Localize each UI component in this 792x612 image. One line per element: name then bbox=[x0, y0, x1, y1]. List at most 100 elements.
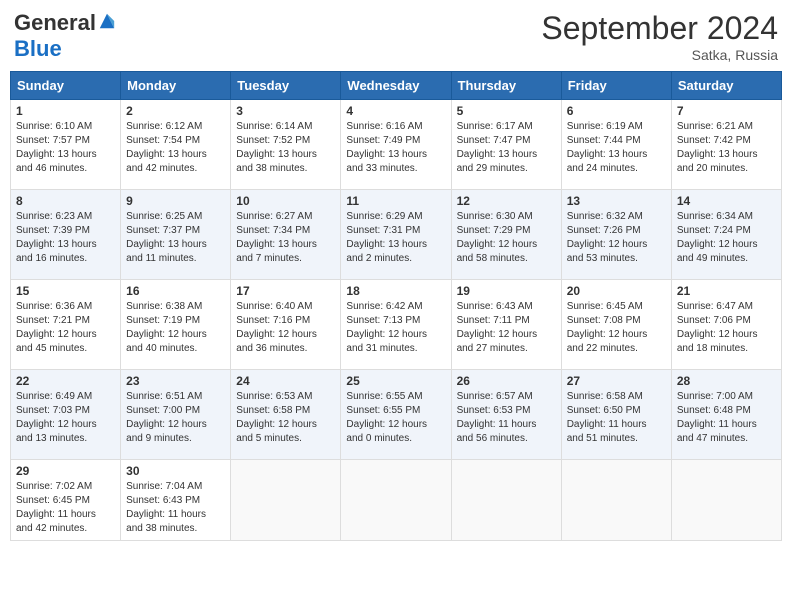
calendar-cell: 1Sunrise: 6:10 AM Sunset: 7:57 PM Daylig… bbox=[11, 100, 121, 190]
calendar-cell: 28Sunrise: 7:00 AM Sunset: 6:48 PM Dayli… bbox=[671, 370, 781, 460]
day-info: Sunrise: 6:10 AM Sunset: 7:57 PM Dayligh… bbox=[16, 120, 115, 176]
day-info: Sunrise: 6:57 AM Sunset: 6:53 PM Dayligh… bbox=[457, 390, 556, 446]
day-number: 11 bbox=[346, 194, 445, 208]
day-info: Sunrise: 7:02 AM Sunset: 6:45 PM Dayligh… bbox=[16, 480, 115, 536]
logo-blue-text: Blue bbox=[14, 36, 62, 62]
day-info: Sunrise: 7:04 AM Sunset: 6:43 PM Dayligh… bbox=[126, 480, 225, 536]
calendar-cell: 8 Sunrise: 6:23 AM Sunset: 7:39 PM Daylig… bbox=[11, 190, 121, 280]
calendar-cell: 9 Sunrise: 6:25 AM Sunset: 7:37 PM Daylig… bbox=[121, 190, 231, 280]
day-info: Sunrise: 6:27 AM Sunset: 7:34 PM Dayligh… bbox=[236, 210, 335, 266]
logo-general-text: General bbox=[14, 10, 96, 36]
calendar-cell: 15 Sunrise: 6:36 AM Sunset: 7:21 PM Dayli… bbox=[11, 280, 121, 370]
calendar-cell: 19 Sunrise: 6:43 AM Sunset: 7:11 PM Dayli… bbox=[451, 280, 561, 370]
day-info: Sunrise: 6:47 AM Sunset: 7:06 PM Dayligh… bbox=[677, 300, 776, 356]
day-number: 15 bbox=[16, 284, 115, 298]
day-number: 21 bbox=[677, 284, 776, 298]
day-info: Sunrise: 6:32 AM Sunset: 7:26 PM Dayligh… bbox=[567, 210, 666, 266]
calendar-cell: 4Sunrise: 6:16 AM Sunset: 7:49 PM Daylig… bbox=[341, 100, 451, 190]
calendar-cell: 21 Sunrise: 6:47 AM Sunset: 7:06 PM Dayli… bbox=[671, 280, 781, 370]
calendar-cell: 18 Sunrise: 6:42 AM Sunset: 7:13 PM Dayli… bbox=[341, 280, 451, 370]
calendar-cell bbox=[451, 460, 561, 541]
calendar-cell: 2 Sunrise: 6:12 AM Sunset: 7:54 PM Daylig… bbox=[121, 100, 231, 190]
calendar-cell: 16 Sunrise: 6:38 AM Sunset: 7:19 PM Dayli… bbox=[121, 280, 231, 370]
day-number: 26 bbox=[457, 374, 556, 388]
day-info: Sunrise: 6:45 AM Sunset: 7:08 PM Dayligh… bbox=[567, 300, 666, 356]
calendar-cell bbox=[231, 460, 341, 541]
calendar-week-row: 1Sunrise: 6:10 AM Sunset: 7:57 PM Daylig… bbox=[11, 100, 782, 190]
day-info: Sunrise: 6:38 AM Sunset: 7:19 PM Dayligh… bbox=[126, 300, 225, 356]
day-number: 28 bbox=[677, 374, 776, 388]
day-info: Sunrise: 6:49 AM Sunset: 7:03 PM Dayligh… bbox=[16, 390, 115, 446]
calendar-cell: 20 Sunrise: 6:45 AM Sunset: 7:08 PM Dayli… bbox=[561, 280, 671, 370]
day-info: Sunrise: 6:14 AM Sunset: 7:52 PM Dayligh… bbox=[236, 120, 335, 176]
weekday-header-row: SundayMondayTuesdayWednesdayThursdayFrid… bbox=[11, 72, 782, 100]
calendar-week-row: 22Sunrise: 6:49 AM Sunset: 7:03 PM Dayli… bbox=[11, 370, 782, 460]
day-number: 10 bbox=[236, 194, 335, 208]
calendar-cell bbox=[671, 460, 781, 541]
calendar-cell: 11Sunrise: 6:29 AM Sunset: 7:31 PM Dayli… bbox=[341, 190, 451, 280]
calendar-cell: 17Sunrise: 6:40 AM Sunset: 7:16 PM Dayli… bbox=[231, 280, 341, 370]
day-number: 24 bbox=[236, 374, 335, 388]
day-number: 19 bbox=[457, 284, 556, 298]
calendar-cell bbox=[341, 460, 451, 541]
day-info: Sunrise: 6:43 AM Sunset: 7:11 PM Dayligh… bbox=[457, 300, 556, 356]
calendar-cell: 6 Sunrise: 6:19 AM Sunset: 7:44 PM Daylig… bbox=[561, 100, 671, 190]
logo: General Blue bbox=[14, 10, 116, 62]
calendar-cell: 29 Sunrise: 7:02 AM Sunset: 6:45 PM Dayli… bbox=[11, 460, 121, 541]
weekday-header-tuesday: Tuesday bbox=[231, 72, 341, 100]
calendar-cell: 7 Sunrise: 6:21 AM Sunset: 7:42 PM Daylig… bbox=[671, 100, 781, 190]
day-info: Sunrise: 6:23 AM Sunset: 7:39 PM Dayligh… bbox=[16, 210, 115, 266]
day-info: Sunrise: 6:58 AM Sunset: 6:50 PM Dayligh… bbox=[567, 390, 666, 446]
day-number: 8 bbox=[16, 194, 115, 208]
day-number: 3 bbox=[236, 104, 335, 118]
day-number: 9 bbox=[126, 194, 225, 208]
day-number: 13 bbox=[567, 194, 666, 208]
day-number: 30 bbox=[126, 464, 225, 478]
day-number: 29 bbox=[16, 464, 115, 478]
day-number: 16 bbox=[126, 284, 225, 298]
day-info: Sunrise: 6:42 AM Sunset: 7:13 PM Dayligh… bbox=[346, 300, 445, 356]
day-number: 14 bbox=[677, 194, 776, 208]
calendar-cell: 27 Sunrise: 6:58 AM Sunset: 6:50 PM Dayli… bbox=[561, 370, 671, 460]
weekday-header-friday: Friday bbox=[561, 72, 671, 100]
calendar-cell: 23Sunrise: 6:51 AM Sunset: 7:00 PM Dayli… bbox=[121, 370, 231, 460]
day-info: Sunrise: 6:21 AM Sunset: 7:42 PM Dayligh… bbox=[677, 120, 776, 176]
weekday-header-saturday: Saturday bbox=[671, 72, 781, 100]
day-info: Sunrise: 6:51 AM Sunset: 7:00 PM Dayligh… bbox=[126, 390, 225, 446]
calendar-cell: 12Sunrise: 6:30 AM Sunset: 7:29 PM Dayli… bbox=[451, 190, 561, 280]
title-section: September 2024 Satka, Russia bbox=[541, 10, 778, 63]
calendar-cell: 3 Sunrise: 6:14 AM Sunset: 7:52 PM Daylig… bbox=[231, 100, 341, 190]
page-header: General Blue September 2024 Satka, Russi… bbox=[10, 10, 782, 63]
calendar-cell: 30 Sunrise: 7:04 AM Sunset: 6:43 PM Dayli… bbox=[121, 460, 231, 541]
calendar-cell: 13 Sunrise: 6:32 AM Sunset: 7:26 PM Dayli… bbox=[561, 190, 671, 280]
calendar-cell: 14 Sunrise: 6:34 AM Sunset: 7:24 PM Dayli… bbox=[671, 190, 781, 280]
day-info: Sunrise: 6:12 AM Sunset: 7:54 PM Dayligh… bbox=[126, 120, 225, 176]
weekday-header-wednesday: Wednesday bbox=[341, 72, 451, 100]
calendar-cell bbox=[561, 460, 671, 541]
calendar-table: SundayMondayTuesdayWednesdayThursdayFrid… bbox=[10, 71, 782, 541]
day-info: Sunrise: 6:25 AM Sunset: 7:37 PM Dayligh… bbox=[126, 210, 225, 266]
day-number: 12 bbox=[457, 194, 556, 208]
day-number: 27 bbox=[567, 374, 666, 388]
day-number: 2 bbox=[126, 104, 225, 118]
calendar-week-row: 8 Sunrise: 6:23 AM Sunset: 7:39 PM Daylig… bbox=[11, 190, 782, 280]
day-info: Sunrise: 6:36 AM Sunset: 7:21 PM Dayligh… bbox=[16, 300, 115, 356]
calendar-cell: 26 Sunrise: 6:57 AM Sunset: 6:53 PM Dayli… bbox=[451, 370, 561, 460]
day-info: Sunrise: 6:17 AM Sunset: 7:47 PM Dayligh… bbox=[457, 120, 556, 176]
day-number: 5 bbox=[457, 104, 556, 118]
calendar-week-row: 15 Sunrise: 6:36 AM Sunset: 7:21 PM Dayli… bbox=[11, 280, 782, 370]
weekday-header-sunday: Sunday bbox=[11, 72, 121, 100]
day-number: 18 bbox=[346, 284, 445, 298]
day-number: 25 bbox=[346, 374, 445, 388]
logo-icon bbox=[98, 12, 116, 30]
day-number: 20 bbox=[567, 284, 666, 298]
day-info: Sunrise: 6:19 AM Sunset: 7:44 PM Dayligh… bbox=[567, 120, 666, 176]
calendar-cell: 24Sunrise: 6:53 AM Sunset: 6:58 PM Dayli… bbox=[231, 370, 341, 460]
day-info: Sunrise: 6:34 AM Sunset: 7:24 PM Dayligh… bbox=[677, 210, 776, 266]
weekday-header-monday: Monday bbox=[121, 72, 231, 100]
weekday-header-thursday: Thursday bbox=[451, 72, 561, 100]
day-info: Sunrise: 6:40 AM Sunset: 7:16 PM Dayligh… bbox=[236, 300, 335, 356]
day-number: 6 bbox=[567, 104, 666, 118]
calendar-cell: 22Sunrise: 6:49 AM Sunset: 7:03 PM Dayli… bbox=[11, 370, 121, 460]
day-number: 7 bbox=[677, 104, 776, 118]
